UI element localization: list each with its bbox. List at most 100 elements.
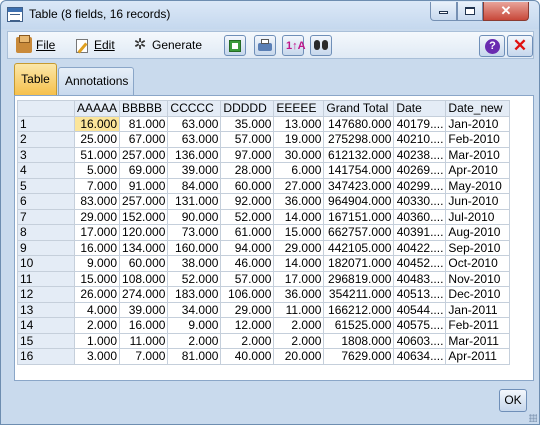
- table-cell[interactable]: 20.000: [273, 348, 325, 365]
- table-row[interactable]: 7 29.000 152.000 90.000 52.000 14.000 167151.0…: [17, 208, 511, 225]
- edit-menu[interactable]: Edit: [74, 37, 115, 53]
- table-cell[interactable]: 275298.000: [323, 131, 395, 148]
- row-index-cell[interactable]: 7: [17, 208, 75, 225]
- table-cell[interactable]: 2.000: [167, 332, 222, 349]
- table-cell[interactable]: 40544....: [393, 301, 447, 318]
- table-cell[interactable]: 2.000: [73, 317, 121, 334]
- table-cell[interactable]: 136.000: [167, 146, 222, 163]
- table-cell[interactable]: 40299....: [393, 177, 447, 194]
- table-cell[interactable]: 40634....: [393, 348, 447, 365]
- table-cell[interactable]: 36.000: [273, 193, 325, 210]
- table-cell[interactable]: 39.000: [119, 301, 169, 318]
- table-cell[interactable]: 39.000: [167, 162, 222, 179]
- table-cell[interactable]: 40483....: [393, 270, 447, 287]
- table-cell[interactable]: 15.000: [273, 224, 325, 241]
- window-close-button[interactable]: ✕: [483, 2, 529, 21]
- table-cell[interactable]: 964904.000: [323, 193, 395, 210]
- table-row[interactable]: 6 83.000 257.000 131.000 92.000 36.000 964904.…: [17, 193, 511, 210]
- find-button[interactable]: [310, 35, 332, 56]
- table-cell[interactable]: 73.000: [167, 224, 222, 241]
- table-cell[interactable]: 52.000: [220, 208, 275, 225]
- tab-table[interactable]: Table: [14, 63, 57, 95]
- table-cell[interactable]: 90.000: [167, 208, 222, 225]
- row-index-cell[interactable]: 13: [17, 301, 75, 318]
- table-cell[interactable]: 40.000: [220, 348, 275, 365]
- table-cell[interactable]: May-2010: [445, 177, 511, 194]
- table-cell[interactable]: 57.000: [220, 131, 275, 148]
- row-index-cell[interactable]: 2: [17, 131, 75, 148]
- row-index-cell[interactable]: 6: [17, 193, 75, 210]
- table-cell[interactable]: 40238....: [393, 146, 447, 163]
- table-cell[interactable]: Feb-2010: [445, 131, 511, 148]
- table-cell[interactable]: 6.000: [273, 162, 325, 179]
- table-cell[interactable]: 2.000: [273, 317, 325, 334]
- ok-button[interactable]: OK: [499, 389, 527, 412]
- table-cell[interactable]: 81.000: [167, 348, 222, 365]
- table-cell[interactable]: 2.000: [273, 332, 325, 349]
- table-cell[interactable]: 27.000: [273, 177, 325, 194]
- file-menu[interactable]: File: [16, 35, 55, 53]
- table-cell[interactable]: 83.000: [73, 193, 121, 210]
- table-cell[interactable]: Dec-2010: [445, 286, 511, 303]
- table-cell[interactable]: 166212.000: [323, 301, 395, 318]
- table-cell[interactable]: 11.000: [119, 332, 169, 349]
- table-cell[interactable]: Jan-2011: [445, 301, 511, 318]
- table-cell[interactable]: 14.000: [273, 255, 325, 272]
- table-cell[interactable]: 17.000: [73, 224, 121, 241]
- table-cell[interactable]: 7.000: [73, 177, 121, 194]
- row-index-cell[interactable]: 11: [17, 270, 75, 287]
- table-cell[interactable]: 131.000: [167, 193, 222, 210]
- table-row[interactable]: 9 16.000 134.000 160.000 94.000 29.000 442105.…: [17, 239, 511, 256]
- table-cell[interactable]: 29.000: [220, 301, 275, 318]
- table-cell[interactable]: 94.000: [220, 239, 275, 256]
- row-index-cell[interactable]: 1: [17, 115, 75, 132]
- table-row[interactable]: 10 9.000 60.000 38.000 46.000 14.000 182071.00…: [17, 255, 511, 272]
- table-cell[interactable]: 40452....: [393, 255, 447, 272]
- table-cell[interactable]: 84.000: [167, 177, 222, 194]
- tab-annotations[interactable]: Annotations: [58, 67, 134, 95]
- column-header[interactable]: Date_new: [445, 100, 511, 117]
- row-index-cell[interactable]: 8: [17, 224, 75, 241]
- table-cell[interactable]: 61.000: [220, 224, 275, 241]
- table-cell[interactable]: Jul-2010: [445, 208, 511, 225]
- table-row[interactable]: 5 7.000 91.000 84.000 60.000 27.000 347423.000…: [17, 177, 511, 194]
- table-cell[interactable]: 2.000: [220, 332, 275, 349]
- table-cell[interactable]: 7.000: [119, 348, 169, 365]
- table-cell[interactable]: Jan-2010: [445, 115, 511, 132]
- table-cell[interactable]: 1808.000: [323, 332, 395, 349]
- table-cell[interactable]: 354211.000: [323, 286, 395, 303]
- table-cell[interactable]: 40360....: [393, 208, 447, 225]
- table-cell[interactable]: 274.000: [119, 286, 169, 303]
- row-index-cell[interactable]: 12: [17, 286, 75, 303]
- table-cell[interactable]: 63.000: [167, 115, 222, 132]
- table-cell[interactable]: 1.000: [73, 332, 121, 349]
- table-cell[interactable]: 36.000: [273, 286, 325, 303]
- table-cell[interactable]: 612132.000: [323, 146, 395, 163]
- row-index-cell[interactable]: 3: [17, 146, 75, 163]
- table-cell[interactable]: 30.000: [273, 146, 325, 163]
- table-cell[interactable]: 12.000: [220, 317, 275, 334]
- table-cell[interactable]: 167151.000: [323, 208, 395, 225]
- table-row[interactable]: 11 15.000 108.000 52.000 57.000 17.000 296819.…: [17, 270, 511, 287]
- table-cell[interactable]: Feb-2011: [445, 317, 511, 334]
- table-cell[interactable]: 11.000: [273, 301, 325, 318]
- table-cell[interactable]: 662757.000: [323, 224, 395, 241]
- table-cell[interactable]: 120.000: [119, 224, 169, 241]
- title-bar[interactable]: Table (8 fields, 16 records) ✕: [1, 1, 539, 29]
- data-table[interactable]: AAAAA BBBBB CCCCC DDDDD EEEEE Grand Tota…: [17, 100, 511, 365]
- table-cell[interactable]: 40422....: [393, 239, 447, 256]
- table-cell[interactable]: 61525.000: [323, 317, 395, 334]
- close-button[interactable]: ✕: [507, 35, 533, 57]
- table-cell[interactable]: 51.000: [73, 146, 121, 163]
- table-cell[interactable]: 29.000: [73, 208, 121, 225]
- row-index-cell[interactable]: 14: [17, 317, 75, 334]
- table-cell[interactable]: 69.000: [119, 162, 169, 179]
- table-cell[interactable]: 63.000: [167, 131, 222, 148]
- table-cell[interactable]: Apr-2011: [445, 348, 511, 365]
- table-cell[interactable]: 92.000: [220, 193, 275, 210]
- column-header[interactable]: AAAAA: [73, 100, 121, 117]
- column-header[interactable]: BBBBB: [119, 100, 169, 117]
- table-cell[interactable]: 28.000: [220, 162, 275, 179]
- table-cell[interactable]: 67.000: [119, 131, 169, 148]
- table-cell[interactable]: 40575....: [393, 317, 447, 334]
